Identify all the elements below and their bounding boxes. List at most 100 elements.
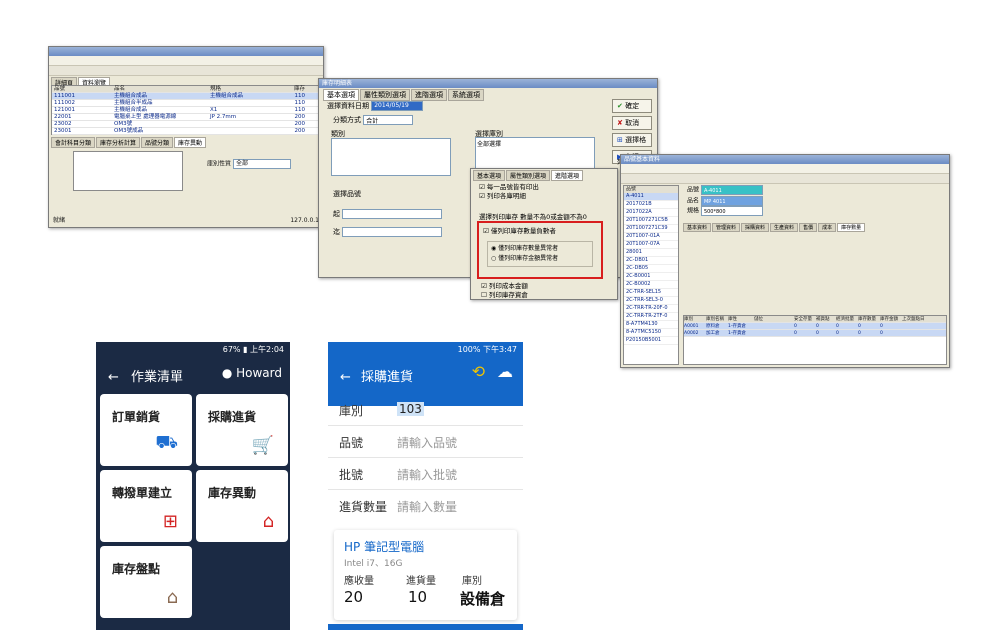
warehouse-type-select[interactable]: 全部 xyxy=(232,159,291,169)
list-item[interactable]: 2C-DB01 xyxy=(624,257,678,265)
date-input[interactable]: 2014/05/19 xyxy=(371,101,424,111)
column-header[interactable]: 品名 xyxy=(114,86,210,92)
tab-manage[interactable]: 管理資料 xyxy=(712,223,741,232)
select-grid-button[interactable]: ⊞ 選擇格 xyxy=(612,133,652,147)
column-header[interactable]: 品號 xyxy=(52,86,114,92)
list-item[interactable]: 20T1007271C5B xyxy=(624,217,678,225)
list-item[interactable]: 8-A7TM4130 xyxy=(624,321,678,329)
type-list[interactable] xyxy=(331,138,451,176)
name-input[interactable]: MP 4011 xyxy=(700,195,763,206)
qty-input[interactable]: 請輸入數量 xyxy=(397,498,457,515)
list-item[interactable]: 20T1007-07A xyxy=(624,241,678,249)
tab-basic[interactable]: 基本選項 xyxy=(473,170,506,181)
list-item[interactable]: 2C-TRR-SEL15 xyxy=(624,289,678,297)
card-stock-change[interactable]: 庫存異動 ⌂ xyxy=(196,470,288,542)
start-input[interactable] xyxy=(342,209,443,219)
tab-cost[interactable]: 成本 xyxy=(818,223,837,232)
item-input[interactable]: A-4011 xyxy=(700,185,763,195)
list-item[interactable]: 2C-DB05 xyxy=(624,265,678,273)
item-input[interactable]: 請輸入品號 xyxy=(397,434,457,451)
option-print-stock[interactable]: ☐ 列印庫存資倉 xyxy=(481,291,528,299)
option-each-item[interactable]: ☑ 每一品號皆有印出 xyxy=(479,183,539,192)
confirm-button[interactable]: ✔ 確定 xyxy=(612,99,652,113)
lot-input[interactable]: 請輸入批號 xyxy=(397,466,457,483)
list-item[interactable]: 28001 xyxy=(624,249,678,257)
print-stock-select[interactable]: 數量不為0或金額不為0 xyxy=(520,213,587,221)
column-header[interactable]: 安全存量 xyxy=(794,316,816,322)
tab-account[interactable]: 會計科目分類 xyxy=(51,137,96,148)
card-transfer-order[interactable]: 轉撥單建立 ⊞ xyxy=(100,470,192,542)
negative-option[interactable]: ☑ 僅列印庫存數量負數者 xyxy=(483,225,597,235)
list-item[interactable]: 2C-B0001 xyxy=(624,273,678,281)
all-pick-option[interactable]: 全部選擇 xyxy=(477,141,501,148)
tab-system[interactable]: 系統選項 xyxy=(448,89,484,101)
table-row[interactable]: 111001 主機組合成品 主機組合成品 110 xyxy=(52,93,320,100)
column-header[interactable]: 經濟批量 xyxy=(836,316,858,322)
product-name: HP 筆記型電腦 xyxy=(344,540,425,554)
column-header[interactable]: 庫存數量 xyxy=(858,316,880,322)
list-item[interactable]: 20T1007271C39 xyxy=(624,225,678,233)
list-item[interactable]: 8-A7TMC5150 xyxy=(624,329,678,337)
col3-value: 設備倉 xyxy=(460,590,506,608)
tab-purchase[interactable]: 採購資料 xyxy=(741,223,770,232)
card-sales-order[interactable]: 訂單銷貨 ⛟ xyxy=(100,394,192,466)
table-row[interactable]: 23002 OM3號 200 xyxy=(52,121,320,128)
table-row[interactable]: 121001 主機組合成品 X1 110 xyxy=(52,107,320,114)
list-item[interactable]: 2C-TRR-SEL3-0 xyxy=(624,297,678,305)
spec-input[interactable]: 500*800 xyxy=(700,206,763,216)
column-header[interactable]: 庫存 xyxy=(280,86,305,92)
table-row[interactable]: A0001 原料倉 1-存貨倉 0 0 0 0 0 xyxy=(684,323,946,330)
list-item[interactable]: 2017021B xyxy=(624,201,678,209)
list-item[interactable]: P20150B5001 xyxy=(624,337,678,345)
table-row[interactable]: 23001 OM3號成品 200 xyxy=(52,128,320,135)
list-item[interactable]: A-4011 xyxy=(624,193,678,201)
column-header[interactable]: 補貨點 xyxy=(816,316,836,322)
column-header[interactable]: 規格 xyxy=(210,86,280,92)
list-item[interactable]: 2C-TRR-TR-2TF-0 xyxy=(624,313,678,321)
table-row[interactable]: A0002 加工倉 1-存貨倉 0 0 0 0 0 xyxy=(684,330,946,337)
tab-basic[interactable]: 基本資料 xyxy=(683,223,712,232)
back-arrow-icon[interactable]: ← xyxy=(340,370,351,385)
tab-stock-change[interactable]: 庫存異動 xyxy=(174,137,207,148)
end-input[interactable] xyxy=(342,227,443,237)
tab-stock-qty[interactable]: 庫存數量 xyxy=(837,223,866,232)
tab-attributes[interactable]: 屬性類別選項 xyxy=(360,89,410,101)
list-item[interactable]: 2C-B0002 xyxy=(624,281,678,289)
tab-price[interactable]: 售價 xyxy=(799,223,818,232)
column-header[interactable]: 庫別名稱 xyxy=(706,316,728,322)
table-row[interactable]: 111002 主機組合半成品 110 xyxy=(52,100,320,107)
option-print-cost[interactable]: ☑ 列印成本金額 xyxy=(481,282,528,291)
cell: 0 xyxy=(880,324,883,329)
option-warehouse-detail[interactable]: ☑ 列印各庫明細 xyxy=(479,192,539,201)
radio-qty-abnormal[interactable]: ◉ 僅列印庫存數量異常者 xyxy=(491,244,589,254)
tab-category[interactable]: 品號分類 xyxy=(141,137,174,148)
tab-attributes[interactable]: 屬性類別選項 xyxy=(506,170,551,181)
tab-advanced[interactable]: 進階選項 xyxy=(411,89,447,101)
list-item[interactable]: 2C-TRR-TR-20F-0 xyxy=(624,305,678,313)
tab-stock-calc[interactable]: 庫存分析計算 xyxy=(96,137,141,148)
column-header[interactable]: 庫存金額 xyxy=(880,316,902,322)
tab-basic[interactable]: 基本選項 xyxy=(323,89,359,101)
product-card[interactable]: HP 筆記型電腦 Intel i7、16G 應收量 進貨量 庫別 20 10 設… xyxy=(334,530,517,620)
radio-amount-abnormal[interactable]: ○ 僅列印庫存金額異常者 xyxy=(491,254,589,264)
column-header[interactable]: 庫別 xyxy=(684,316,706,322)
list-item[interactable]: 2017022A xyxy=(624,209,678,217)
history-icon[interactable]: ⟲ xyxy=(472,362,485,381)
tab-production[interactable]: 生產資料 xyxy=(770,223,799,232)
user-badge[interactable]: ● Howard xyxy=(222,366,282,380)
warehouse-input[interactable]: 103 xyxy=(397,402,424,416)
list-item[interactable]: 20T1007-01A xyxy=(624,233,678,241)
card-purchase-receive[interactable]: 採購進貨 🛒 xyxy=(196,394,288,466)
back-arrow-icon[interactable]: ← xyxy=(108,370,119,385)
negative-label: 僅列印庫存數量負數者 xyxy=(490,227,556,235)
cancel-button[interactable]: ✘ 取消 xyxy=(612,116,652,130)
tab-advanced[interactable]: 進階選項 xyxy=(551,170,584,181)
group-select[interactable]: 合計 xyxy=(363,115,414,125)
card-stock-count[interactable]: 庫存盤點 ⌂ xyxy=(100,546,192,618)
cloud-upload-icon[interactable]: ☁ xyxy=(497,362,513,381)
qty-row: 進貨數量 請輸入數量 xyxy=(328,490,523,522)
column-header[interactable]: 上次盤點日 xyxy=(902,316,930,322)
table-row[interactable]: 22001 電腦桌上型 處理器電源線 JP 2.7mm 200 xyxy=(52,114,320,121)
column-header[interactable]: 儲位 xyxy=(754,316,794,322)
column-header[interactable]: 庫性 xyxy=(728,316,754,322)
